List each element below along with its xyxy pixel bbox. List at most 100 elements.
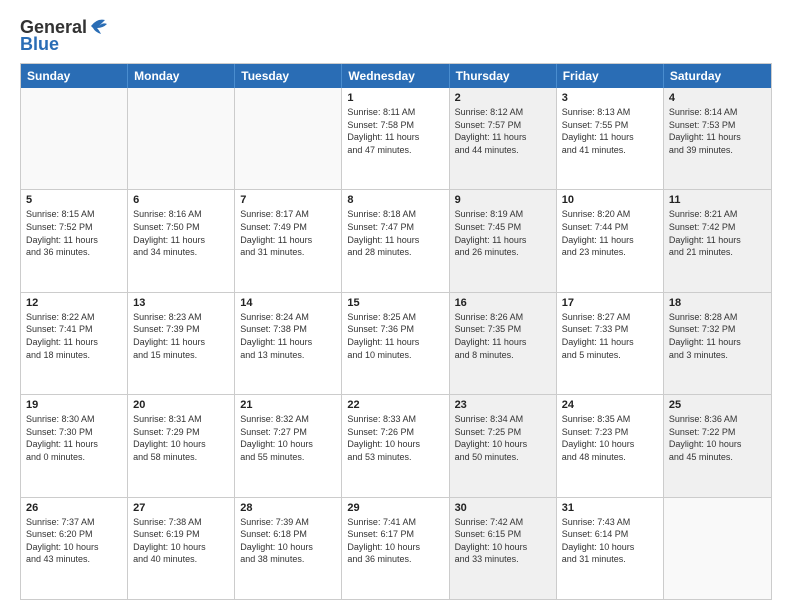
weekday-header-sunday: Sunday — [21, 64, 128, 88]
calendar-cell-day-26: 26Sunrise: 7:37 AM Sunset: 6:20 PM Dayli… — [21, 498, 128, 599]
day-info: Sunrise: 8:17 AM Sunset: 7:49 PM Dayligh… — [240, 208, 336, 258]
day-number: 21 — [240, 399, 336, 411]
weekday-header-tuesday: Tuesday — [235, 64, 342, 88]
day-info: Sunrise: 7:42 AM Sunset: 6:15 PM Dayligh… — [455, 516, 551, 566]
calendar-row-2: 12Sunrise: 8:22 AM Sunset: 7:41 PM Dayli… — [21, 292, 771, 394]
day-info: Sunrise: 7:41 AM Sunset: 6:17 PM Dayligh… — [347, 516, 443, 566]
calendar-cell-day-11: 11 Sunrise: 8:21 AM Sunset: 7:42 PM Dayli… — [664, 190, 771, 291]
weekday-header-thursday: Thursday — [450, 64, 557, 88]
calendar-cell-day-9: 9Sunrise: 8:19 AM Sunset: 7:45 PM Daylig… — [450, 190, 557, 291]
day-number: 8 — [347, 194, 443, 206]
calendar-row-0: 1Sunrise: 8:11 AM Sunset: 7:58 PM Daylig… — [21, 88, 771, 189]
day-number: 22 — [347, 399, 443, 411]
calendar-cell-day-17: 17Sunrise: 8:27 AM Sunset: 7:33 PM Dayli… — [557, 293, 664, 394]
calendar-cell-empty — [235, 88, 342, 189]
calendar-header: SundayMondayTuesdayWednesdayThursdayFrid… — [21, 64, 771, 88]
weekday-header-friday: Friday — [557, 64, 664, 88]
calendar-cell-day-13: 13 Sunrise: 8:23 AM Sunset: 7:39 PM Dayli… — [128, 293, 235, 394]
day-number: 2 — [455, 92, 551, 104]
calendar-cell-day-31: 31 Sunrise: 7:43 AM Sunset: 6:14 PM Dayli… — [557, 498, 664, 599]
day-number: 14 — [240, 297, 336, 309]
calendar-cell-day-18: 18 Sunrise: 8:28 AM Sunset: 7:32 PM Dayli… — [664, 293, 771, 394]
calendar-row-1: 5 Sunrise: 8:15 AM Sunset: 7:52 PM Daylig… — [21, 189, 771, 291]
day-info: Sunrise: 8:28 AM Sunset: 7:32 PM Dayligh… — [669, 311, 766, 361]
day-info: Sunrise: 8:16 AM Sunset: 7:50 PM Dayligh… — [133, 208, 229, 258]
day-info: Sunrise: 8:20 AM Sunset: 7:44 PM Dayligh… — [562, 208, 658, 258]
calendar-cell-day-12: 12Sunrise: 8:22 AM Sunset: 7:41 PM Dayli… — [21, 293, 128, 394]
calendar-cell-day-27: 27 Sunrise: 7:38 AM Sunset: 6:19 PM Dayli… — [128, 498, 235, 599]
day-number: 10 — [562, 194, 658, 206]
calendar-cell-day-21: 21 Sunrise: 8:32 AM Sunset: 7:27 PM Dayli… — [235, 395, 342, 496]
day-number: 30 — [455, 502, 551, 514]
calendar-cell-day-19: 19 Sunrise: 8:30 AM Sunset: 7:30 PM Dayli… — [21, 395, 128, 496]
day-info: Sunrise: 8:24 AM Sunset: 7:38 PM Dayligh… — [240, 311, 336, 361]
weekday-header-wednesday: Wednesday — [342, 64, 449, 88]
day-info: Sunrise: 8:36 AM Sunset: 7:22 PM Dayligh… — [669, 413, 766, 463]
calendar-cell-day-30: 30 Sunrise: 7:42 AM Sunset: 6:15 PM Dayli… — [450, 498, 557, 599]
day-info: Sunrise: 8:13 AM Sunset: 7:55 PM Dayligh… — [562, 106, 658, 156]
day-number: 17 — [562, 297, 658, 309]
day-info: Sunrise: 8:25 AM Sunset: 7:36 PM Dayligh… — [347, 311, 443, 361]
day-number: 13 — [133, 297, 229, 309]
day-info: Sunrise: 8:33 AM Sunset: 7:26 PM Dayligh… — [347, 413, 443, 463]
calendar-body: 1Sunrise: 8:11 AM Sunset: 7:58 PM Daylig… — [21, 88, 771, 599]
calendar-cell-day-5: 5 Sunrise: 8:15 AM Sunset: 7:52 PM Daylig… — [21, 190, 128, 291]
day-number: 26 — [26, 502, 122, 514]
page: General Blue SundayMondayTuesdayWednesda… — [0, 0, 792, 612]
calendar-cell-day-8: 8 Sunrise: 8:18 AM Sunset: 7:47 PM Daylig… — [342, 190, 449, 291]
calendar-row-3: 19 Sunrise: 8:30 AM Sunset: 7:30 PM Dayli… — [21, 394, 771, 496]
day-info: Sunrise: 8:32 AM Sunset: 7:27 PM Dayligh… — [240, 413, 336, 463]
day-number: 19 — [26, 399, 122, 411]
day-number: 11 — [669, 194, 766, 206]
weekday-header-saturday: Saturday — [664, 64, 771, 88]
calendar-cell-day-1: 1Sunrise: 8:11 AM Sunset: 7:58 PM Daylig… — [342, 88, 449, 189]
day-number: 5 — [26, 194, 122, 206]
day-info: Sunrise: 8:12 AM Sunset: 7:57 PM Dayligh… — [455, 106, 551, 156]
day-number: 9 — [455, 194, 551, 206]
calendar-cell-empty — [664, 498, 771, 599]
calendar-cell-empty — [21, 88, 128, 189]
calendar-cell-day-25: 25 Sunrise: 8:36 AM Sunset: 7:22 PM Dayli… — [664, 395, 771, 496]
day-number: 15 — [347, 297, 443, 309]
calendar-cell-day-15: 15 Sunrise: 8:25 AM Sunset: 7:36 PM Dayli… — [342, 293, 449, 394]
day-number: 18 — [669, 297, 766, 309]
calendar-cell-day-3: 3 Sunrise: 8:13 AM Sunset: 7:55 PM Daylig… — [557, 88, 664, 189]
calendar-cell-day-24: 24 Sunrise: 8:35 AM Sunset: 7:23 PM Dayli… — [557, 395, 664, 496]
day-info: Sunrise: 8:18 AM Sunset: 7:47 PM Dayligh… — [347, 208, 443, 258]
calendar-cell-day-2: 2 Sunrise: 8:12 AM Sunset: 7:57 PM Daylig… — [450, 88, 557, 189]
day-info: Sunrise: 7:43 AM Sunset: 6:14 PM Dayligh… — [562, 516, 658, 566]
day-number: 27 — [133, 502, 229, 514]
day-info: Sunrise: 7:38 AM Sunset: 6:19 PM Dayligh… — [133, 516, 229, 566]
day-number: 3 — [562, 92, 658, 104]
calendar-cell-day-28: 28 Sunrise: 7:39 AM Sunset: 6:18 PM Dayli… — [235, 498, 342, 599]
day-number: 28 — [240, 502, 336, 514]
logo: General Blue — [20, 16, 111, 55]
day-info: Sunrise: 8:31 AM Sunset: 7:29 PM Dayligh… — [133, 413, 229, 463]
day-number: 20 — [133, 399, 229, 411]
calendar-cell-day-20: 20 Sunrise: 8:31 AM Sunset: 7:29 PM Dayli… — [128, 395, 235, 496]
calendar-cell-empty — [128, 88, 235, 189]
day-info: Sunrise: 8:21 AM Sunset: 7:42 PM Dayligh… — [669, 208, 766, 258]
day-number: 24 — [562, 399, 658, 411]
header: General Blue — [20, 16, 772, 55]
calendar-cell-day-23: 23 Sunrise: 8:34 AM Sunset: 7:25 PM Dayli… — [450, 395, 557, 496]
day-number: 23 — [455, 399, 551, 411]
day-info: Sunrise: 8:30 AM Sunset: 7:30 PM Dayligh… — [26, 413, 122, 463]
day-number: 16 — [455, 297, 551, 309]
calendar-cell-day-6: 6 Sunrise: 8:16 AM Sunset: 7:50 PM Daylig… — [128, 190, 235, 291]
day-number: 1 — [347, 92, 443, 104]
day-number: 25 — [669, 399, 766, 411]
logo-bird-icon — [89, 16, 111, 36]
day-info: Sunrise: 7:39 AM Sunset: 6:18 PM Dayligh… — [240, 516, 336, 566]
day-info: Sunrise: 8:34 AM Sunset: 7:25 PM Dayligh… — [455, 413, 551, 463]
calendar: SundayMondayTuesdayWednesdayThursdayFrid… — [20, 63, 772, 600]
day-number: 31 — [562, 502, 658, 514]
day-info: Sunrise: 8:26 AM Sunset: 7:35 PM Dayligh… — [455, 311, 551, 361]
day-info: Sunrise: 8:35 AM Sunset: 7:23 PM Dayligh… — [562, 413, 658, 463]
day-info: Sunrise: 8:22 AM Sunset: 7:41 PM Dayligh… — [26, 311, 122, 361]
weekday-header-monday: Monday — [128, 64, 235, 88]
calendar-cell-day-10: 10 Sunrise: 8:20 AM Sunset: 7:44 PM Dayli… — [557, 190, 664, 291]
day-number: 6 — [133, 194, 229, 206]
day-info: Sunrise: 8:15 AM Sunset: 7:52 PM Dayligh… — [26, 208, 122, 258]
day-info: Sunrise: 8:23 AM Sunset: 7:39 PM Dayligh… — [133, 311, 229, 361]
